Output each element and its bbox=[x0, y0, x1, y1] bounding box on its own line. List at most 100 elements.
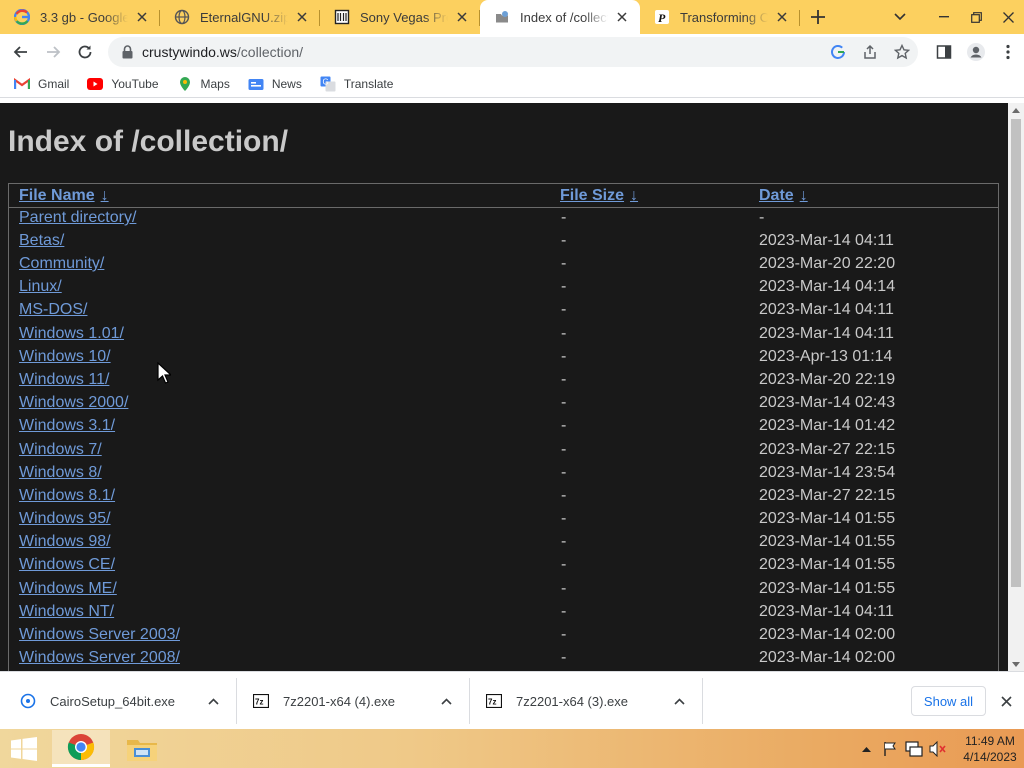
file-link[interactable]: Linux/ bbox=[19, 278, 62, 296]
file-link[interactable]: Windows 11/ bbox=[19, 371, 109, 389]
close-download-shelf-button[interactable] bbox=[996, 691, 1016, 711]
chevron-up-icon[interactable] bbox=[438, 693, 454, 709]
chevron-up-icon[interactable] bbox=[671, 693, 687, 709]
file-link[interactable]: Windows 2000/ bbox=[19, 394, 128, 412]
column-header-date[interactable]: Date ↓ bbox=[759, 187, 808, 205]
column-header-file-size[interactable]: File Size ↓ bbox=[560, 187, 638, 205]
menu-button[interactable] bbox=[992, 34, 1024, 70]
file-link[interactable]: Windows 95/ bbox=[19, 510, 111, 528]
taskbar-clock[interactable]: 11:49 AM 4/14/2023 bbox=[956, 733, 1024, 765]
tab-index-of-collection[interactable]: Index of /collectio bbox=[480, 0, 640, 34]
sort-arrow-icon: ↓ bbox=[799, 187, 808, 204]
start-button[interactable] bbox=[0, 729, 48, 768]
file-size: - bbox=[561, 348, 567, 365]
show-hidden-icons-button[interactable] bbox=[854, 729, 878, 768]
bookmark-news[interactable]: News bbox=[248, 76, 302, 92]
file-link[interactable]: Windows 3.1/ bbox=[19, 417, 115, 435]
file-link[interactable]: Windows Server 2003/ bbox=[19, 626, 180, 644]
bookmark-translate[interactable]: G Translate bbox=[320, 76, 393, 92]
back-button[interactable] bbox=[5, 36, 37, 68]
page-scrollbar[interactable] bbox=[1008, 103, 1024, 671]
tab-eternalgnu[interactable]: EternalGNU.zip - bbox=[160, 0, 320, 34]
forward-button[interactable] bbox=[37, 36, 69, 68]
file-link[interactable]: Windows 7/ bbox=[19, 441, 102, 459]
file-date: 2023-Mar-14 02:00 bbox=[759, 626, 896, 643]
download-item[interactable]: 7z 7z2201-x64 (4).exe bbox=[253, 678, 469, 724]
file-size: - bbox=[561, 301, 567, 318]
file-link[interactable]: Parent directory/ bbox=[19, 209, 136, 227]
close-icon[interactable] bbox=[774, 9, 790, 25]
taskbar-file-explorer[interactable] bbox=[113, 730, 171, 767]
close-window-button[interactable] bbox=[992, 0, 1024, 34]
address-bar[interactable]: crustywindo.ws/collection/ bbox=[108, 37, 918, 67]
7zip-icon: 7z bbox=[253, 693, 269, 709]
download-item[interactable]: CairoSetup_64bit.exe bbox=[20, 678, 236, 724]
file-link[interactable]: Betas/ bbox=[19, 232, 64, 250]
scrollbar-thumb[interactable] bbox=[1011, 119, 1021, 587]
file-link[interactable]: Windows 8/ bbox=[19, 464, 102, 482]
toolbar-right bbox=[928, 34, 1024, 70]
download-item[interactable]: 7z 7z2201-x64 (3).exe bbox=[486, 678, 702, 724]
bookmark-maps[interactable]: Maps bbox=[177, 76, 230, 92]
file-link[interactable]: Windows NT/ bbox=[19, 603, 114, 621]
tab-transforming[interactable]: P Transforming Ou bbox=[640, 0, 800, 34]
file-link[interactable]: Windows Server 2008/ bbox=[19, 649, 180, 667]
network-icon[interactable] bbox=[902, 729, 926, 768]
show-all-downloads-button[interactable]: Show all bbox=[911, 686, 986, 716]
tab-sony-vegas[interactable]: Sony Vegas Pro V bbox=[320, 0, 480, 34]
file-link[interactable]: Windows 98/ bbox=[19, 533, 111, 551]
tab-google-search[interactable]: 3.3 gb - Google S bbox=[0, 0, 160, 34]
file-link[interactable]: Windows 10/ bbox=[19, 348, 111, 366]
profile-button[interactable] bbox=[960, 34, 992, 70]
svg-text:G: G bbox=[322, 77, 328, 86]
file-link[interactable]: Windows 8.1/ bbox=[19, 487, 115, 505]
volume-muted-icon[interactable] bbox=[926, 729, 950, 768]
file-size: - bbox=[561, 626, 567, 643]
file-date: 2023-Mar-14 04:11 bbox=[759, 325, 894, 342]
table-row: Betas/ - 2023-Mar-14 04:11 bbox=[9, 232, 998, 255]
chevron-up-icon[interactable] bbox=[205, 693, 221, 709]
scroll-up-arrow-icon[interactable] bbox=[1008, 103, 1024, 117]
progress-ring-icon bbox=[20, 693, 36, 709]
file-date: 2023-Mar-27 22:15 bbox=[759, 487, 896, 504]
bookmark-gmail[interactable]: Gmail bbox=[14, 76, 69, 92]
close-icon[interactable] bbox=[614, 9, 630, 25]
new-tab-button[interactable] bbox=[800, 0, 836, 34]
divider bbox=[702, 678, 703, 724]
reload-button[interactable] bbox=[69, 36, 101, 68]
close-icon[interactable] bbox=[454, 9, 470, 25]
file-link[interactable]: Windows CE/ bbox=[19, 556, 115, 574]
reload-icon bbox=[78, 45, 92, 59]
file-date: 2023-Mar-20 22:19 bbox=[759, 371, 896, 388]
close-icon[interactable] bbox=[134, 9, 150, 25]
file-link[interactable]: Windows ME/ bbox=[19, 580, 117, 598]
lock-icon[interactable] bbox=[120, 45, 134, 59]
table-row: Windows 7/ - 2023-Mar-27 22:15 bbox=[9, 441, 998, 464]
restore-button[interactable] bbox=[960, 0, 992, 34]
7zip-icon: 7z bbox=[486, 693, 502, 709]
clock-date: 4/14/2023 bbox=[963, 749, 1017, 764]
side-panel-button[interactable] bbox=[928, 34, 960, 70]
file-size: - bbox=[561, 255, 567, 272]
file-link[interactable]: Community/ bbox=[19, 255, 104, 273]
taskbar-chrome[interactable] bbox=[52, 730, 110, 767]
minimize-button[interactable] bbox=[928, 0, 960, 34]
folder-globe-icon bbox=[494, 9, 510, 25]
scroll-down-arrow-icon[interactable] bbox=[1008, 657, 1024, 671]
action-center-flag-icon[interactable] bbox=[878, 729, 902, 768]
file-link[interactable]: Windows 1.01/ bbox=[19, 325, 124, 343]
google-lens-button[interactable] bbox=[822, 37, 854, 67]
bookmark-star-button[interactable] bbox=[886, 37, 918, 67]
tab-search-button[interactable] bbox=[884, 0, 916, 34]
file-size: - bbox=[561, 278, 567, 295]
url-text[interactable]: crustywindo.ws/collection/ bbox=[142, 44, 303, 60]
bookmark-youtube[interactable]: YouTube bbox=[87, 76, 159, 92]
column-header-file-name[interactable]: File Name ↓ bbox=[19, 187, 109, 205]
clock-time: 11:49 AM bbox=[965, 733, 1015, 748]
system-tray: 11:49 AM 4/14/2023 bbox=[854, 729, 1024, 768]
file-date: 2023-Mar-14 01:55 bbox=[759, 533, 896, 550]
download-shelf: CairoSetup_64bit.exe 7z 7z2201-x64 (4).e… bbox=[0, 671, 1024, 729]
close-icon[interactable] bbox=[294, 9, 310, 25]
share-button[interactable] bbox=[854, 37, 886, 67]
file-link[interactable]: MS-DOS/ bbox=[19, 301, 87, 319]
